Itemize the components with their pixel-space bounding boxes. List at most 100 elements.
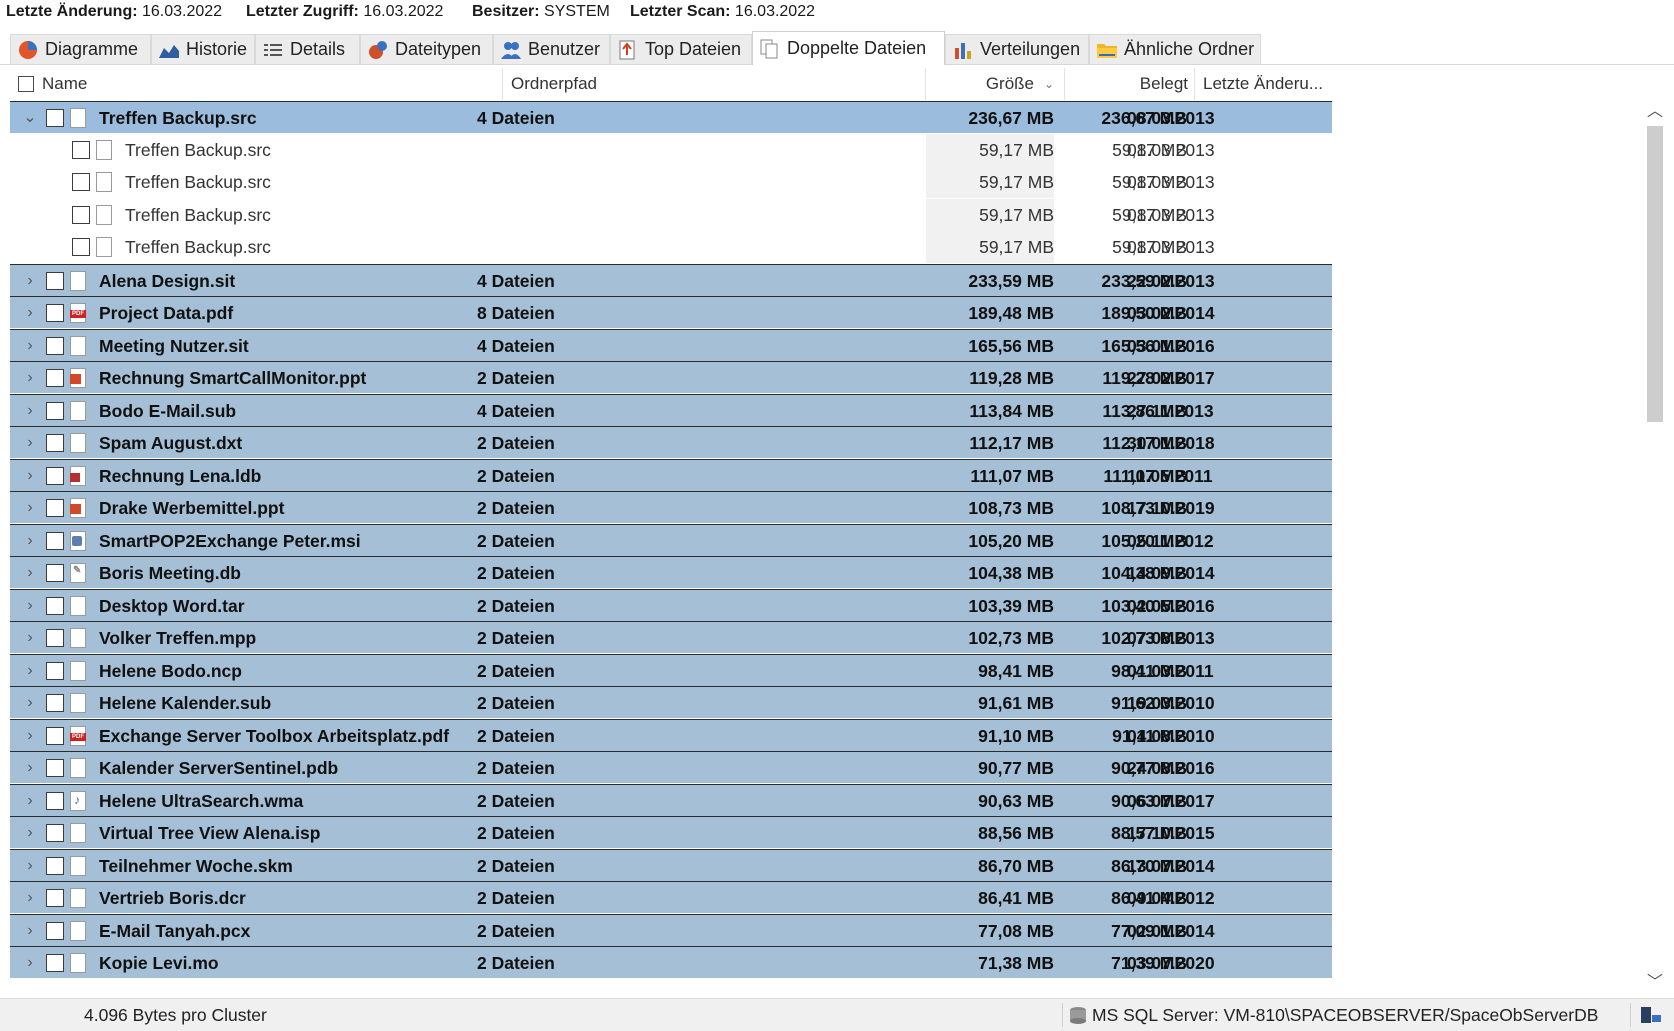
duplicate-group-row[interactable]: › Exchange Server Toolbox Arbeitsplatz.pd… bbox=[10, 718, 1332, 752]
expand-chevron-icon[interactable]: › bbox=[20, 720, 40, 752]
duplicate-group-row[interactable]: › SmartPOP2Exchange Peter.msi 2 Dateien 105… bbox=[10, 523, 1332, 557]
duplicate-group-row[interactable]: ›Project Data.pdf8 Dateien189,48 MB189,5… bbox=[10, 296, 1332, 328]
row-checkbox[interactable] bbox=[46, 759, 64, 777]
file-size: 91,10 MB bbox=[978, 725, 1054, 746]
expand-chevron-icon[interactable]: › bbox=[20, 525, 40, 557]
expand-chevron-icon[interactable]: › bbox=[20, 622, 40, 654]
expand-chevron-icon[interactable]: › bbox=[20, 915, 40, 947]
duplicate-group-row[interactable]: › Spam August.dxt 2 Dateien 112,17 MB 112,17… bbox=[10, 426, 1332, 458]
duplicate-group-row[interactable]: › Rechnung SmartCallMonitor.ppt 2 Dateien 1… bbox=[10, 361, 1332, 393]
expand-chevron-icon[interactable]: › bbox=[20, 785, 40, 817]
row-checkbox[interactable] bbox=[46, 434, 64, 452]
row-checkbox[interactable] bbox=[46, 791, 64, 810]
row-checkbox[interactable] bbox=[46, 336, 64, 355]
column-allocated-header[interactable]: Belegt bbox=[1065, 68, 1195, 100]
duplicate-group-row[interactable]: › Desktop Word.tar 2 Dateien 103,39 MB 103,4… bbox=[10, 588, 1332, 622]
folder-path bbox=[477, 199, 917, 231]
expand-chevron-icon[interactable]: › bbox=[20, 882, 40, 914]
expand-chevron-icon[interactable]: › bbox=[20, 752, 40, 784]
duplicate-file-row[interactable]: Treffen Backup.src 59,17 MB 59,17 MB 08.03.… bbox=[10, 166, 1332, 198]
expand-chevron-icon[interactable]: › bbox=[20, 395, 40, 427]
row-checkbox[interactable] bbox=[46, 694, 64, 712]
column-name-header[interactable]: Name bbox=[10, 68, 503, 100]
row-checkbox[interactable] bbox=[72, 238, 90, 256]
expand-chevron-icon[interactable]: › bbox=[20, 265, 40, 297]
duplicate-group-row[interactable]: › E-Mail Tanyah.pcx 2 Dateien 77,08 MB 77,09… bbox=[10, 913, 1332, 947]
duplicate-group-row[interactable]: › Vertrieb Boris.dcr 2 Dateien 86,41 MB 86,4… bbox=[10, 881, 1332, 913]
tab-doppelte-dateien[interactable]: Doppelte Dateien bbox=[752, 31, 945, 65]
expand-chevron-icon[interactable]: › bbox=[20, 655, 40, 687]
row-checkbox[interactable] bbox=[46, 499, 64, 517]
tab-benutzer[interactable]: Benutzer bbox=[493, 34, 610, 64]
scroll-thumb[interactable] bbox=[1647, 126, 1663, 422]
duplicate-file-row[interactable]: Treffen Backup.src 59,17 MB 59,17 MB 08.03.… bbox=[10, 198, 1332, 231]
expand-chevron-icon[interactable]: › bbox=[20, 460, 40, 492]
row-checkbox[interactable] bbox=[72, 140, 90, 159]
row-checkbox[interactable] bbox=[46, 109, 64, 127]
row-checkbox[interactable] bbox=[46, 466, 64, 485]
duplicate-group-row[interactable]: › Helene Kalender.sub 2 Dateien 91,61 MB 91,… bbox=[10, 686, 1332, 718]
expand-chevron-icon[interactable]: › bbox=[20, 590, 40, 622]
row-checkbox[interactable] bbox=[46, 889, 64, 907]
tab-top-dateien[interactable]: Top Dateien bbox=[610, 34, 752, 64]
column-size-header[interactable]: Größe ⌄ bbox=[926, 68, 1065, 100]
scroll-up-arrow-icon[interactable]: ︿ bbox=[1640, 101, 1670, 123]
expand-chevron-icon[interactable]: › bbox=[20, 427, 40, 459]
row-checkbox[interactable] bbox=[46, 596, 64, 615]
expand-chevron-icon[interactable]: › bbox=[20, 330, 40, 362]
duplicate-group-row[interactable]: › Alena Design.sit 4 Dateien 233,59 MB 233,5… bbox=[10, 263, 1332, 297]
collapse-chevron-icon[interactable]: ⌄ bbox=[20, 102, 40, 134]
row-checkbox[interactable] bbox=[46, 271, 64, 290]
duplicate-group-row[interactable]: › Bodo E-Mail.sub 4 Dateien 113,84 MB 113,86… bbox=[10, 393, 1332, 427]
duplicate-group-row[interactable]: ›Boris Meeting.db2 Dateien104,38 MB104,3… bbox=[10, 556, 1332, 588]
folder-path: 2 Dateien bbox=[477, 530, 555, 551]
row-checkbox[interactable] bbox=[72, 205, 90, 224]
duplicate-group-row[interactable]: › Virtual Tree View Alena.isp 2 Dateien 88,… bbox=[10, 816, 1332, 848]
expand-chevron-icon[interactable]: › bbox=[20, 297, 40, 329]
tab-aehnliche-ordner[interactable]: Ähnliche Ordner bbox=[1089, 34, 1261, 64]
expand-chevron-icon[interactable]: › bbox=[20, 850, 40, 882]
row-checkbox[interactable] bbox=[46, 921, 64, 940]
duplicate-file-row[interactable]: Treffen Backup.src 59,17 MB 59,17 MB 08.03.… bbox=[10, 133, 1332, 166]
duplicate-group-row[interactable]: › Drake Werbemittel.ppt 2 Dateien 108,73 MB… bbox=[10, 491, 1332, 523]
row-checkbox[interactable] bbox=[46, 661, 64, 680]
scroll-down-arrow-icon[interactable]: ﹀ bbox=[1640, 972, 1670, 994]
expand-chevron-icon[interactable]: › bbox=[20, 492, 40, 524]
duplicate-group-row[interactable]: ⌄ Treffen Backup.src 4 Dateien 236,67 MB 236… bbox=[10, 101, 1332, 133]
column-path-header[interactable]: Ordnerpfad bbox=[503, 68, 926, 100]
file-name: Treffen Backup.src bbox=[125, 204, 271, 225]
row-checkbox[interactable] bbox=[46, 564, 64, 582]
tab-verteilungen[interactable]: Verteilungen bbox=[945, 34, 1089, 64]
row-checkbox[interactable] bbox=[46, 304, 64, 322]
row-checkbox[interactable] bbox=[46, 369, 64, 387]
row-checkbox[interactable] bbox=[46, 629, 64, 647]
tab-dateitypen[interactable]: Dateitypen bbox=[360, 34, 493, 64]
duplicate-group-row[interactable]: › Meeting Nutzer.sit 4 Dateien 165,56 MB 165… bbox=[10, 328, 1332, 362]
row-checkbox[interactable] bbox=[46, 401, 64, 420]
row-checkbox[interactable] bbox=[46, 531, 64, 550]
expand-chevron-icon[interactable]: › bbox=[20, 947, 40, 979]
tab-details[interactable]: Details bbox=[255, 34, 360, 64]
duplicate-group-row[interactable]: › Kopie Levi.mo 2 Dateien 71,38 MB 71,39 MB 0… bbox=[10, 946, 1332, 978]
tab-historie[interactable]: Historie bbox=[151, 34, 255, 64]
column-modified-header[interactable]: Letzte Änderu... bbox=[1195, 68, 1332, 100]
row-checkbox[interactable] bbox=[46, 824, 64, 842]
duplicate-group-row[interactable]: › Rechnung Lena.ldb 2 Dateien 111,07 MB 111,… bbox=[10, 458, 1332, 492]
duplicate-file-row[interactable]: Treffen Backup.src 59,17 MB 59,17 MB 08.03.… bbox=[10, 231, 1332, 263]
duplicate-group-row[interactable]: › Helene UltraSearch.wma 2 Dateien 90,63 MB… bbox=[10, 783, 1332, 817]
row-checkbox[interactable] bbox=[46, 726, 64, 745]
row-checkbox[interactable] bbox=[46, 856, 64, 875]
expand-chevron-icon[interactable]: › bbox=[20, 817, 40, 849]
duplicate-group-row[interactable]: › Teilnehmer Woche.skm 2 Dateien 86,70 MB 86… bbox=[10, 848, 1332, 882]
vertical-scrollbar[interactable]: ︿ ﹀ bbox=[1640, 101, 1670, 994]
expand-chevron-icon[interactable]: › bbox=[20, 362, 40, 394]
expand-chevron-icon[interactable]: › bbox=[20, 557, 40, 589]
file-icon bbox=[70, 758, 86, 778]
expand-chevron-icon[interactable]: › bbox=[20, 687, 40, 719]
duplicate-group-row[interactable]: › Helene Bodo.ncp 2 Dateien 98,41 MB 98,41 M… bbox=[10, 653, 1332, 687]
duplicate-group-row[interactable]: › Kalender ServerSentinel.pdb 2 Dateien 90,… bbox=[10, 751, 1332, 783]
tab-diagramme[interactable]: Diagramme bbox=[10, 34, 151, 64]
duplicate-group-row[interactable]: › Volker Treffen.mpp 2 Dateien 102,73 MB 102… bbox=[10, 621, 1332, 653]
row-checkbox[interactable] bbox=[46, 954, 64, 972]
row-checkbox[interactable] bbox=[72, 173, 90, 191]
